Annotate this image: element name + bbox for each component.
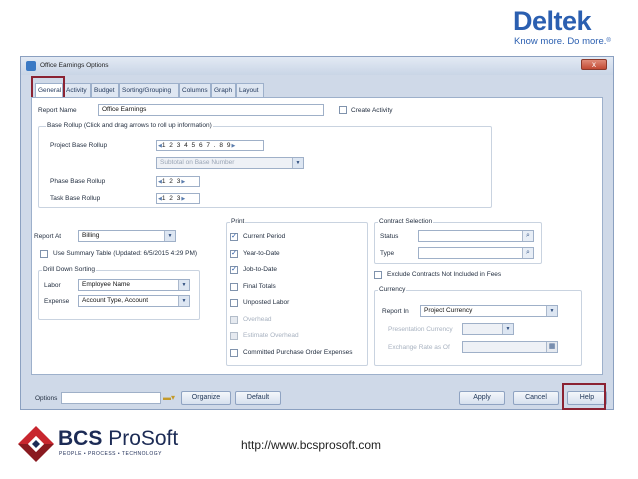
window-title: Office Earnings Options — [40, 62, 109, 69]
tab-activity[interactable]: Activity — [63, 83, 91, 97]
report-at-label: Report At — [34, 233, 62, 240]
search-icon[interactable]: ⌕ — [522, 231, 533, 241]
task-base-rollup-control[interactable]: ◀1 2 3▶ — [156, 193, 200, 204]
chevron-down-icon: ▼ — [178, 280, 189, 290]
print-option-label: Overhead — [243, 315, 272, 323]
status-lookup-input[interactable]: ⌕ — [418, 230, 534, 242]
report-name-label: Report Name — [38, 107, 77, 114]
report-name-input[interactable]: Office Earnings — [98, 104, 324, 116]
print-option-label: Current Period — [243, 233, 286, 240]
summary-table-label: Use Summary Table (Updated: 6/5/2015 4:2… — [53, 250, 198, 257]
expense-sort-select[interactable]: Account Type, Account ▼ — [78, 295, 190, 307]
close-button[interactable]: x — [581, 59, 607, 70]
organize-button[interactable]: Organize — [181, 391, 231, 405]
print-option-label: Unposted Labor — [243, 299, 290, 306]
expense-label: Expense — [44, 298, 70, 305]
print-option-checkbox — [230, 332, 238, 340]
project-base-rollup-label: Project Base Rollup — [50, 142, 108, 149]
search-icon[interactable]: ⌕ — [522, 248, 533, 258]
exclude-contracts-checkbox[interactable] — [374, 271, 382, 279]
tab-layout[interactable]: Layout — [236, 83, 264, 97]
print-option-label: Year-to-Date — [243, 249, 280, 257]
phase-base-rollup-label: Phase Base Rollup — [50, 178, 106, 185]
bcs-prosoft-tagline: PEOPLE • PROCESS • TECHNOLOGY — [59, 451, 162, 457]
base-rollup-group-label: Base Rollup (Click and drag arrows to ro… — [46, 122, 213, 130]
deltek-tagline: Know more. Do more.® — [514, 36, 611, 47]
options-input[interactable] — [61, 392, 161, 404]
chevron-down-icon: ▼ — [292, 158, 303, 168]
print-group-label: Print — [230, 218, 246, 226]
chevron-down-icon: ▼ — [546, 306, 557, 316]
print-option-checkbox — [230, 315, 238, 324]
print-option-label: Job-to-Date — [243, 266, 277, 273]
labor-label: Labor — [44, 282, 61, 289]
presentation-currency-select: ▼ — [462, 323, 514, 335]
task-base-rollup-label: Task Base Rollup — [50, 195, 101, 202]
website-url: http://www.bcsprosoft.com — [241, 438, 382, 452]
subtotal-base-number-select: Subtotal on Base Number ▼ — [156, 157, 304, 169]
exclude-contracts-label: Exclude Contracts Not Included in Fees — [387, 271, 502, 278]
exchange-rate-date-input: ▦ — [462, 341, 558, 353]
bcs-prosoft-wordmark: BCS ProSoft — [58, 427, 179, 450]
tab-sorting-grouping[interactable]: Sorting/Grouping — [119, 83, 179, 97]
drill-down-sorting-label: Drill Down Sorting — [42, 266, 97, 274]
report-at-select[interactable]: Billing ▼ — [78, 230, 176, 242]
create-activity-label: Create Activity — [351, 107, 393, 114]
chevron-down-icon: ▼ — [178, 296, 189, 306]
print-option-checkbox[interactable] — [230, 282, 238, 291]
general-panel: Report Name Office Earnings Create Activ… — [31, 97, 603, 375]
chevron-down-icon: ▼ — [502, 324, 513, 334]
contract-selection-label: Contract Selection — [378, 218, 434, 226]
presentation-currency-label: Presentation Currency — [388, 326, 453, 333]
app-icon — [26, 61, 36, 71]
print-option-label: Estimate Overhead — [243, 332, 299, 339]
help-button-highlight — [562, 383, 606, 410]
print-option-label: Committed Purchase Order Expenses — [243, 348, 353, 356]
print-group — [226, 222, 368, 366]
currency-group-label: Currency — [378, 286, 407, 294]
project-base-rollup-control[interactable]: ◀1 2 3 4 5 6 7 . 8 9▶ — [156, 140, 264, 151]
print-option-label: Final Totals — [243, 282, 276, 290]
print-option-checkbox[interactable]: ✓ — [230, 249, 238, 258]
print-option-checkbox[interactable]: ✓ — [230, 266, 238, 274]
status-label: Status — [380, 233, 399, 240]
report-in-label: Report In — [382, 308, 409, 315]
exchange-rate-label: Exchange Rate as Of — [388, 344, 450, 351]
title-bar: Office Earnings Options x — [21, 57, 613, 75]
type-label: Type — [380, 250, 395, 257]
chevron-down-icon: ▼ — [164, 231, 175, 241]
create-activity-checkbox[interactable] — [339, 106, 347, 114]
report-in-select[interactable]: Project Currency ▼ — [420, 305, 558, 317]
deltek-wordmark: Deltek — [513, 6, 592, 36]
apply-button[interactable]: Apply — [459, 391, 505, 405]
tab-graph[interactable]: Graph — [211, 83, 236, 97]
print-option-checkbox[interactable]: ✓ — [230, 233, 238, 241]
labor-sort-select[interactable]: Employee Name ▼ — [78, 279, 190, 291]
options-label: Options — [35, 395, 58, 402]
tab-columns[interactable]: Columns — [179, 83, 211, 97]
print-option-checkbox[interactable] — [230, 348, 238, 357]
calendar-icon: ▦ — [546, 342, 557, 352]
deltek-logo: Deltek Know more. Do more.® — [513, 6, 633, 47]
summary-table-checkbox[interactable] — [40, 250, 48, 258]
tab-budget[interactable]: Budget — [91, 83, 119, 97]
cancel-button[interactable]: Cancel — [513, 391, 559, 405]
default-button[interactable]: Default — [235, 391, 281, 405]
folder-icon[interactable]: ▬▾ — [163, 393, 175, 402]
type-lookup-input[interactable]: ⌕ — [418, 247, 534, 259]
office-earnings-options-dialog: Office Earnings Options x General Activi… — [20, 56, 614, 410]
bcs-prosoft-logo-mark — [18, 426, 54, 462]
phase-base-rollup-control[interactable]: ◀1 2 3▶ — [156, 176, 200, 187]
print-option-checkbox[interactable] — [230, 299, 238, 307]
